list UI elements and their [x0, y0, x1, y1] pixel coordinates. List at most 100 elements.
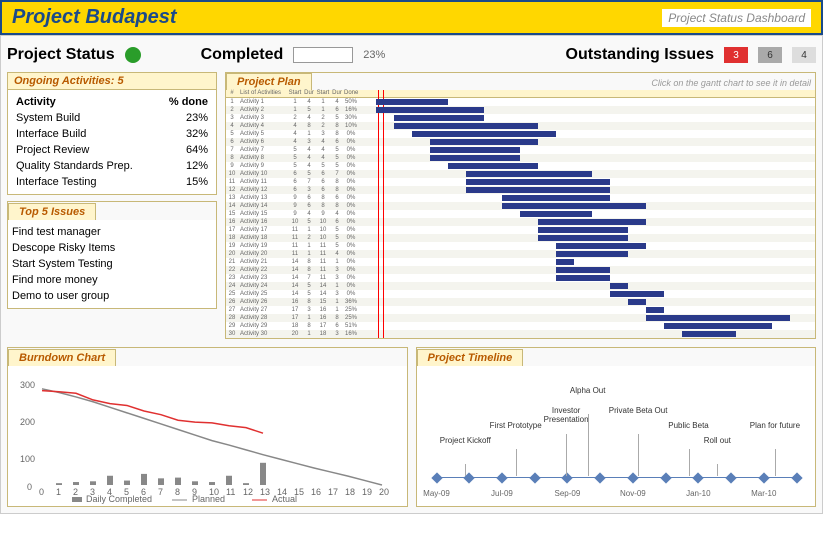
timeline-tick-icon [660, 472, 671, 483]
gantt-row[interactable]: 19Activity 191111150% [226, 242, 815, 250]
svg-text:17: 17 [328, 487, 338, 497]
gantt-row[interactable]: 24Activity 241451410% [226, 282, 815, 290]
activity-row[interactable]: Interface Testing15% [12, 174, 212, 190]
gantt-row[interactable]: 12Activity 1263680% [226, 186, 815, 194]
timeline-month: May-09 [423, 489, 450, 498]
svg-text:16: 16 [311, 487, 321, 497]
plan-panel[interactable]: Project Plan Click on the gantt chart to… [225, 72, 816, 339]
gantt-row[interactable]: 20Activity 201111140% [226, 250, 815, 258]
svg-text:0: 0 [39, 487, 44, 497]
gantt-row[interactable]: 11Activity 1167680% [226, 178, 815, 186]
svg-text:19: 19 [362, 487, 372, 497]
timeline-tick-icon [758, 472, 769, 483]
svg-text:2: 2 [73, 487, 78, 497]
activity-row[interactable]: Interface Build32% [12, 126, 212, 142]
activity-row[interactable]: System Build23% [12, 110, 212, 126]
status-row: Project Status Completed 23% Outstanding… [7, 42, 816, 72]
timeline-tick-icon [431, 472, 442, 483]
issue-count-low[interactable]: 4 [792, 47, 816, 63]
issue-count-med[interactable]: 6 [758, 47, 782, 63]
gantt-row[interactable]: 8Activity 854450% [226, 154, 815, 162]
dashboard-subtitle: Project Status Dashboard [662, 9, 811, 27]
milestone[interactable]: Public Beta [668, 421, 708, 430]
timeline-chart[interactable]: May-09Jul-09Sep-09Nov-09Jan-10Mar-10Proj… [417, 366, 816, 506]
plan-hint: Click on the gantt chart to see it in de… [647, 76, 815, 90]
ongoing-header: Ongoing Activities: 5 [8, 73, 216, 90]
gantt-row[interactable]: 27Activity 2717316125% [226, 306, 815, 314]
activity-name: Project Review [16, 144, 89, 156]
gantt-row[interactable]: 1Activity 1141450% [226, 98, 815, 106]
gantt-row[interactable]: 3Activity 3242530% [226, 114, 815, 122]
issue-count-red[interactable]: 3 [724, 47, 748, 63]
col-pct: % done [169, 96, 208, 108]
burndown-chart[interactable]: 3002001000 01234567891011121314151617181… [12, 370, 403, 510]
timeline-month: Nov-09 [620, 489, 646, 498]
milestone[interactable]: Roll out [704, 436, 731, 445]
gantt-row[interactable]: 26Activity 2616815136% [226, 298, 815, 306]
milestone[interactable]: Alpha Out [570, 386, 606, 395]
gantt-row[interactable]: 30Activity 3020118316% [226, 330, 815, 338]
svg-text:20: 20 [379, 487, 389, 497]
activity-row[interactable]: Quality Standards Prep.12% [12, 158, 212, 174]
gantt-row[interactable]: 15Activity 1594940% [226, 210, 815, 218]
issue-item[interactable]: Start System Testing [12, 256, 212, 272]
timeline-tick-icon [496, 472, 507, 483]
issue-item[interactable]: Demo to user group [12, 288, 212, 304]
svg-text:200: 200 [20, 417, 35, 427]
completed-progress [293, 47, 353, 63]
gantt-row[interactable]: 25Activity 251451430% [226, 290, 815, 298]
gantt-row[interactable]: 7Activity 754450% [226, 146, 815, 154]
issue-item[interactable]: Find more money [12, 272, 212, 288]
gantt-row[interactable]: 23Activity 231471130% [226, 274, 815, 282]
completed-label: Completed [201, 46, 284, 64]
gantt-row[interactable]: 5Activity 541380% [226, 130, 815, 138]
activity-row[interactable]: Project Review 64% [12, 142, 212, 158]
gantt-row[interactable]: 9Activity 954550% [226, 162, 815, 170]
svg-text:18: 18 [345, 487, 355, 497]
milestone[interactable]: InvestorPresentation [544, 406, 589, 424]
timeline-month: Jan-10 [686, 489, 710, 498]
timeline-month: Jul-09 [491, 489, 513, 498]
svg-text:8: 8 [175, 487, 180, 497]
milestone[interactable]: Plan for future [750, 421, 800, 430]
issue-item[interactable]: Find test manager [12, 224, 212, 240]
timeline-tick-icon [562, 472, 573, 483]
title-bar: Project Budapest Project Status Dashboar… [0, 0, 823, 35]
gantt-row[interactable]: 29Activity 2918817651% [226, 322, 815, 330]
gantt-row[interactable]: 6Activity 643460% [226, 138, 815, 146]
activity-name: Interface Testing [16, 176, 97, 188]
gantt-row[interactable]: 10Activity 1065670% [226, 170, 815, 178]
activity-pct: 64% [186, 144, 208, 156]
plan-header: Project Plan [226, 73, 312, 90]
gantt-row[interactable]: 16Activity 161051060% [226, 218, 815, 226]
burndown-panel: Burndown Chart 3002001000 01234567891011… [7, 347, 408, 507]
gantt-row[interactable]: 13Activity 1396860% [226, 194, 815, 202]
gantt-row[interactable]: 22Activity 221481130% [226, 266, 815, 274]
gantt-row[interactable]: 14Activity 1496880% [226, 202, 815, 210]
issue-item[interactable]: Descope Risky Items [12, 240, 212, 256]
gantt-row[interactable]: 28Activity 2817116825% [226, 314, 815, 322]
milestone[interactable]: Private Beta Out [609, 406, 668, 415]
activity-name: Interface Build [16, 128, 86, 140]
timeline-axis [437, 477, 796, 478]
gantt-row[interactable]: 4Activity 4482810% [226, 122, 815, 130]
gantt-row[interactable]: 21Activity 211481110% [226, 258, 815, 266]
milestone[interactable]: First Prototype [490, 421, 542, 430]
svg-text:Actual: Actual [272, 494, 297, 504]
svg-text:0: 0 [27, 482, 32, 492]
svg-text:12: 12 [243, 487, 253, 497]
svg-text:Daily Completed: Daily Completed [86, 494, 152, 504]
svg-text:300: 300 [20, 380, 35, 390]
project-status-label: Project Status [7, 46, 115, 64]
gantt-row[interactable]: 18Activity 181121050% [226, 234, 815, 242]
gantt-row[interactable]: 17Activity 171111050% [226, 226, 815, 234]
svg-text:Planned: Planned [192, 494, 225, 504]
gantt-row[interactable]: 2Activity 2151616% [226, 106, 815, 114]
dashboard-main: Project Status Completed 23% Outstanding… [0, 35, 823, 514]
project-title: Project Budapest [12, 6, 176, 29]
timeline-tick-icon [693, 472, 704, 483]
timeline-month: Sep-09 [555, 489, 581, 498]
burndown-header: Burndown Chart [8, 349, 116, 366]
milestone[interactable]: Project Kickoff [440, 436, 491, 445]
svg-text:100: 100 [20, 454, 35, 464]
